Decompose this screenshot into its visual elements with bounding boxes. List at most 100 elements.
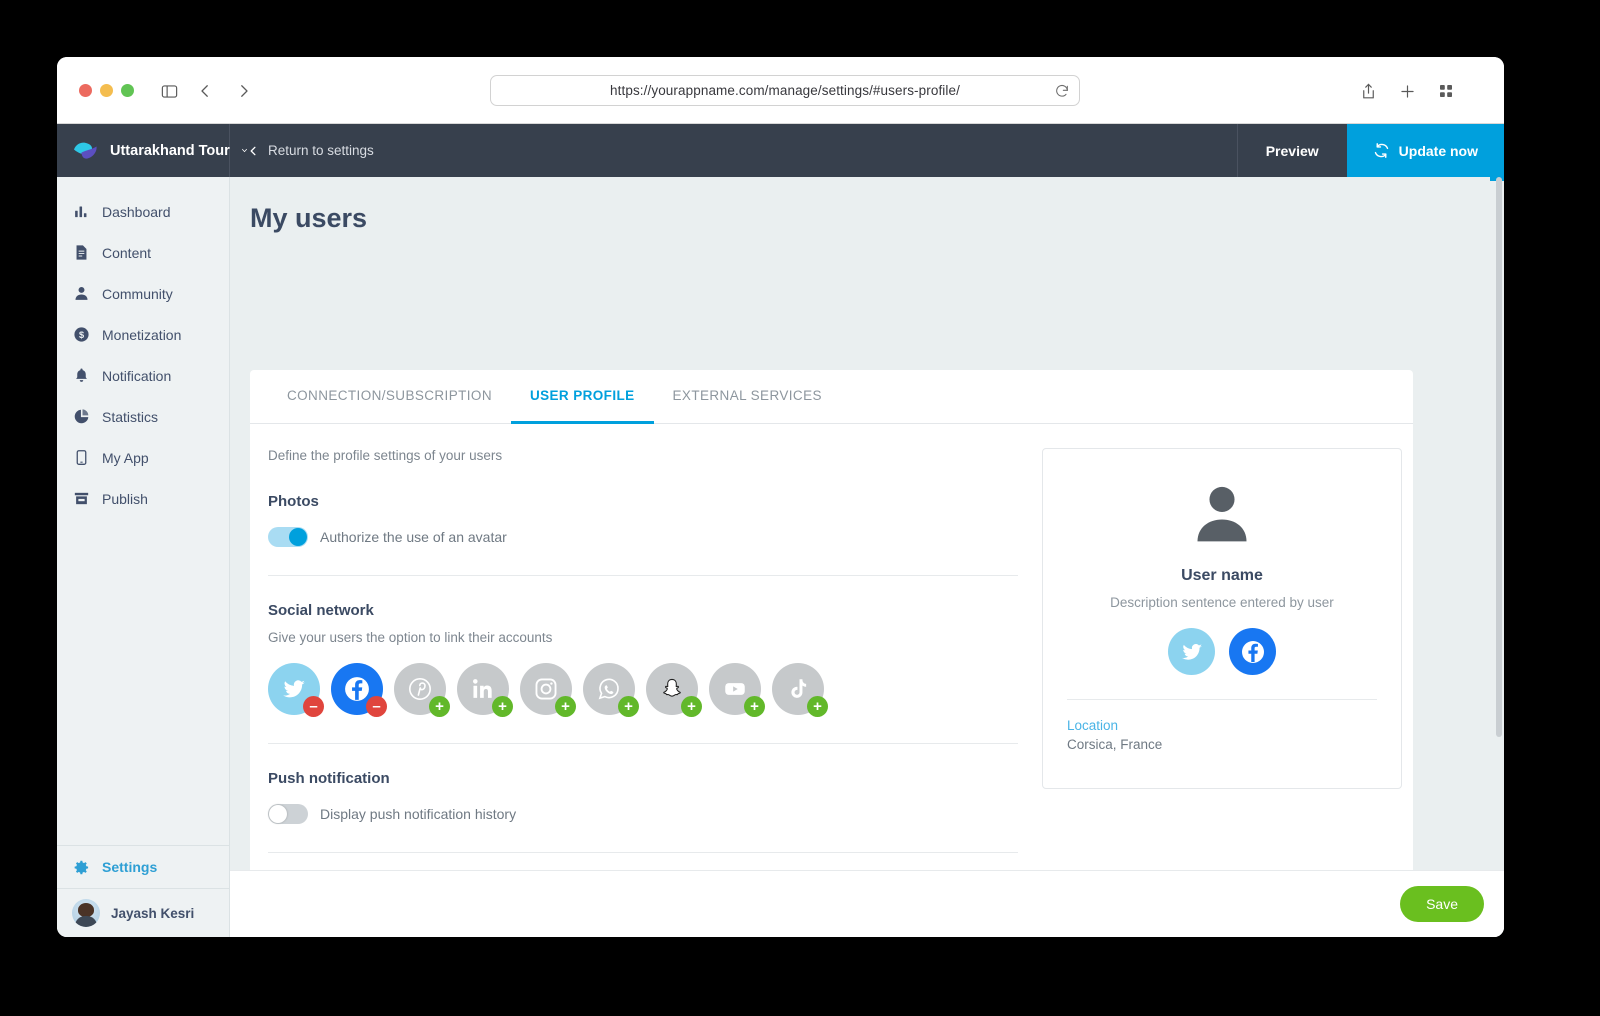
preview-column: User name Description sentence entered b… xyxy=(1042,448,1402,937)
pinterest-icon xyxy=(409,678,431,700)
social-instagram-badge[interactable]: + xyxy=(555,696,576,717)
app-switcher[interactable]: Uttarakhand Tour xyxy=(57,124,247,177)
sidebar-item-label: Community xyxy=(102,285,173,302)
tiktok-icon xyxy=(791,679,807,698)
dollar-circle-icon: $ xyxy=(73,326,90,343)
social-twitter[interactable]: – xyxy=(268,663,324,717)
sidebar-item-content[interactable]: Content xyxy=(57,232,229,273)
social-linkedin-badge[interactable]: + xyxy=(492,696,513,717)
sidebar-item-my-app[interactable]: My App xyxy=(57,437,229,478)
preview-button[interactable]: Preview xyxy=(1236,124,1347,177)
sidebar-item-notification[interactable]: Notification xyxy=(57,355,229,396)
social-twitter-badge[interactable]: – xyxy=(303,696,324,717)
sidebar-user-name: Jayash Kesri xyxy=(111,905,195,921)
update-now-button[interactable]: Update now xyxy=(1346,124,1504,177)
intro-text: Define the profile settings of your user… xyxy=(268,448,503,463)
preview-social-list xyxy=(1067,628,1377,675)
sidebar-item-monetization[interactable]: $ Monetization xyxy=(57,314,229,355)
social-facebook[interactable]: – xyxy=(331,663,387,717)
divider xyxy=(268,575,1018,576)
sidebar-item-community[interactable]: Community xyxy=(57,273,229,314)
facebook-icon xyxy=(345,677,369,701)
close-window-button[interactable] xyxy=(79,84,92,97)
tab-external-services[interactable]: EXTERNAL SERVICES xyxy=(654,370,841,424)
minimize-window-button[interactable] xyxy=(100,84,113,97)
sidebar-item-settings[interactable]: Settings xyxy=(57,846,229,889)
social-network-list: – – + + + + + + + xyxy=(268,663,1018,717)
social-snapchat[interactable]: + xyxy=(646,663,702,717)
settings-column: Define the profile settings of your user… xyxy=(268,448,1018,937)
card-footer: Save xyxy=(230,870,1504,937)
back-arrow-icon[interactable] xyxy=(193,79,217,103)
forward-arrow-icon[interactable] xyxy=(232,79,256,103)
sidebar-item-publish[interactable]: Publish xyxy=(57,478,229,519)
linkedin-icon xyxy=(473,679,492,698)
browser-window: https://yourappname.com/manage/settings/… xyxy=(57,57,1504,937)
social-tiktok[interactable]: + xyxy=(772,663,828,717)
address-bar[interactable]: https://yourappname.com/manage/settings/… xyxy=(490,75,1080,106)
sidebar: Dashboard Content Community $ Monetizati… xyxy=(57,177,230,937)
divider xyxy=(1067,699,1377,700)
sidebar-toggle-icon[interactable] xyxy=(157,79,181,103)
preview-avatar xyxy=(1067,479,1377,549)
pie-chart-icon xyxy=(73,408,90,425)
sidebar-item-label: Notification xyxy=(102,367,172,384)
sidebar-item-label: Content xyxy=(102,244,152,261)
social-tiktok-badge[interactable]: + xyxy=(807,696,828,717)
app-name: Uttarakhand Tour xyxy=(110,142,230,159)
traffic-lights xyxy=(79,84,134,97)
save-button[interactable]: Save xyxy=(1400,886,1484,922)
social-section-subtitle: Give your users the option to link their… xyxy=(268,630,553,645)
settings-card: CONNECTION/SUBSCRIPTION USER PROFILE EXT… xyxy=(250,370,1413,937)
profile-preview-card: User name Description sentence entered b… xyxy=(1042,448,1402,789)
person-icon xyxy=(73,285,90,302)
tab-label: CONNECTION/SUBSCRIPTION xyxy=(287,388,492,403)
push-history-toggle[interactable] xyxy=(268,804,308,824)
sidebar-item-dashboard[interactable]: Dashboard xyxy=(57,191,229,232)
social-youtube-badge[interactable]: + xyxy=(744,696,765,717)
social-pinterest[interactable]: + xyxy=(394,663,450,717)
social-instagram[interactable]: + xyxy=(520,663,576,717)
social-whatsapp[interactable]: + xyxy=(583,663,639,717)
twitter-icon xyxy=(1181,643,1202,660)
mobile-phone-icon xyxy=(73,449,90,466)
social-facebook-badge[interactable]: – xyxy=(366,696,387,717)
social-snapchat-badge[interactable]: + xyxy=(681,696,702,717)
sidebar-item-statistics[interactable]: Statistics xyxy=(57,396,229,437)
reload-icon[interactable] xyxy=(1054,83,1070,99)
share-icon[interactable] xyxy=(1356,79,1380,103)
tab-label: USER PROFILE xyxy=(529,388,635,403)
preview-user-name: User name xyxy=(1181,567,1263,584)
preview-social-facebook[interactable] xyxy=(1229,628,1276,675)
vertical-scrollbar[interactable] xyxy=(1496,177,1502,737)
tab-bar: CONNECTION/SUBSCRIPTION USER PROFILE EXT… xyxy=(250,370,1413,424)
sidebar-user[interactable]: Jayash Kesri xyxy=(57,889,229,937)
tab-connection-subscription[interactable]: CONNECTION/SUBSCRIPTION xyxy=(268,370,511,424)
whatsapp-icon xyxy=(598,678,619,700)
social-whatsapp-badge[interactable]: + xyxy=(618,696,639,717)
preview-social-twitter[interactable] xyxy=(1168,628,1215,675)
store-icon xyxy=(73,490,90,507)
zoom-window-button[interactable] xyxy=(121,84,134,97)
tab-overview-icon[interactable] xyxy=(1434,79,1458,103)
preview-location-label: Location xyxy=(1067,718,1119,733)
sidebar-item-label: Monetization xyxy=(102,326,182,343)
app-body: Dashboard Content Community $ Monetizati… xyxy=(57,177,1504,937)
sidebar-item-label: Publish xyxy=(102,490,148,507)
browser-chrome: https://yourappname.com/manage/settings/… xyxy=(57,57,1504,124)
preview-description: Description sentence entered by user xyxy=(1110,595,1334,610)
bar-chart-icon xyxy=(73,203,90,220)
gear-icon xyxy=(74,860,89,874)
social-youtube[interactable]: + xyxy=(709,663,765,717)
plus-icon[interactable] xyxy=(1395,79,1419,103)
social-pinterest-badge[interactable]: + xyxy=(429,696,450,717)
social-linkedin[interactable]: + xyxy=(457,663,513,717)
photos-section-title: Photos xyxy=(268,493,319,510)
authorize-avatar-toggle[interactable] xyxy=(268,527,308,547)
tab-user-profile[interactable]: USER PROFILE xyxy=(510,370,654,424)
return-to-settings-link[interactable]: Return to settings xyxy=(230,124,1237,177)
instagram-icon xyxy=(535,678,557,700)
preview-label: Preview xyxy=(1265,142,1319,159)
person-icon xyxy=(1197,486,1247,542)
divider xyxy=(268,852,1018,853)
